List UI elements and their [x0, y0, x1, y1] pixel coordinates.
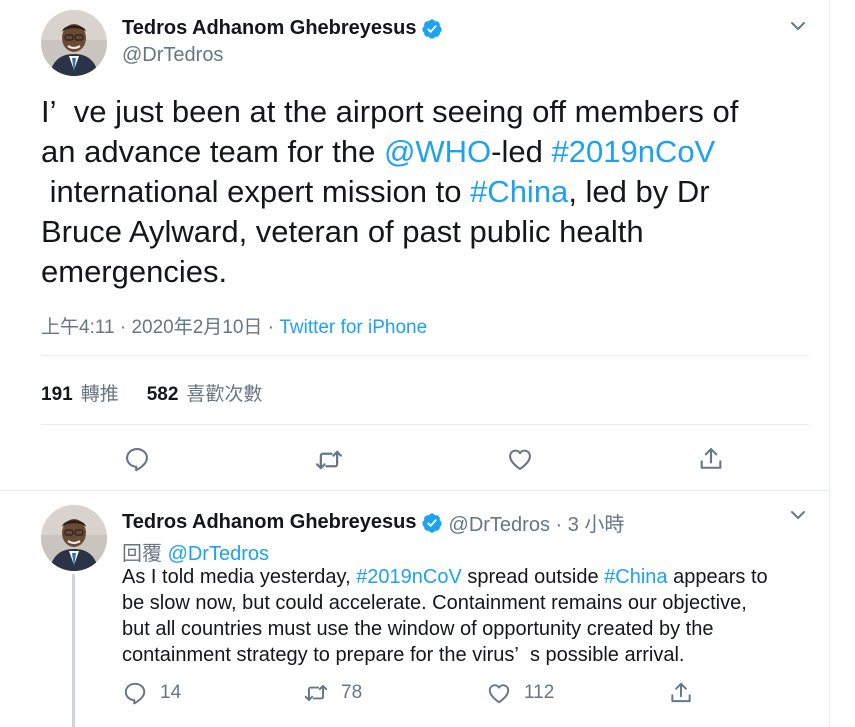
tweet-text-line: I’ ve just been at the airport seeing of…: [41, 94, 739, 129]
share-icon[interactable]: [697, 445, 727, 475]
like-icon[interactable]: [506, 445, 536, 475]
chevron-down-icon[interactable]: [788, 16, 808, 36]
author-name[interactable]: Tedros Adhanom Ghebreyesus: [122, 511, 417, 534]
verified-badge-icon: [421, 512, 443, 534]
thread-line: [72, 574, 75, 727]
reply-icon[interactable]: [123, 445, 153, 475]
timestamp[interactable]: 上午4:11 · 2020年2月10日 ·: [41, 317, 279, 338]
reply-icon: [124, 682, 146, 705]
like-stat[interactable]: 582 喜歡次數: [147, 379, 263, 406]
author-handle-time[interactable]: @DrTedros · 3 小時: [449, 508, 625, 537]
reply-count: 14: [160, 682, 182, 703]
hashtag-link[interactable]: #2019nCoV: [356, 566, 462, 588]
tweet-text: As I told media yesterday, #2019nCoV spr…: [122, 564, 822, 668]
retweet-count: 78: [341, 682, 363, 703]
hashtag-link[interactable]: #China: [604, 566, 667, 588]
text-span: appears to: [667, 566, 768, 588]
author-row: Tedros Adhanom Ghebreyesus: [122, 17, 443, 40]
avatar[interactable]: [41, 505, 107, 571]
tweet-text-line: international expert mission to #China, …: [41, 172, 811, 212]
main-tweet: Tedros Adhanom Ghebreyesus @DrTedros I’ …: [0, 0, 830, 491]
author-name[interactable]: Tedros Adhanom Ghebreyesus: [122, 17, 417, 40]
engagement-stats: 191 轉推 582 喜歡次數: [41, 379, 290, 406]
tweet-meta: 上午4:11 · 2020年2月10日 · Twitter for iPhone: [41, 312, 427, 339]
share-icon: [671, 682, 691, 703]
tweet-text-line: emergencies.: [41, 254, 228, 289]
tweet-text-line: an advance team for the @WHO-led #2019nC…: [41, 132, 811, 172]
tweet-text-line: Bruce Aylward, veteran of past public he…: [41, 214, 644, 249]
verified-badge-icon: [421, 18, 443, 40]
reply-prefix: 回覆: [122, 543, 168, 565]
timeline-frame: Tedros Adhanom Ghebreyesus @DrTedros I’ …: [0, 0, 830, 727]
retweet-count: 191: [41, 384, 73, 405]
text-span: , led by Dr: [568, 174, 710, 209]
replying-to: 回覆 @DrTedros: [122, 537, 269, 566]
like-count: 582: [146, 384, 179, 405]
text-span: international expert mission to: [41, 174, 471, 209]
reply-action[interactable]: 14: [122, 680, 181, 706]
hashtag-link[interactable]: #China: [470, 174, 568, 209]
like-label: 喜歡次數: [186, 384, 263, 405]
text-span: As I told media yesterday,: [122, 566, 357, 588]
retweet-icon: [304, 684, 328, 702]
retweet-stat[interactable]: 191 轉推: [41, 379, 119, 406]
like-action[interactable]: 112: [486, 680, 554, 706]
tweet-text-line: As I told media yesterday, #2019nCoV spr…: [122, 564, 822, 590]
tweet-text-line: but all countries must use the window of…: [122, 618, 714, 640]
tweet-text-line: be slow now, but could accelerate. Conta…: [122, 592, 747, 614]
tweet-text-line: containment strategy to prepare for the …: [122, 644, 685, 666]
chevron-down-icon[interactable]: [788, 505, 808, 525]
retweet-label: 轉推: [80, 384, 119, 405]
retweet-icon[interactable]: [314, 445, 344, 475]
hashtag-link[interactable]: #2019nCoV: [551, 134, 715, 169]
text-span: spread outside: [461, 566, 605, 588]
tweet-text: I’ ve just been at the airport seeing of…: [41, 92, 811, 292]
share-action[interactable]: [668, 680, 706, 706]
divider: [41, 424, 809, 425]
author-handle[interactable]: @DrTedros: [122, 44, 223, 67]
mention-link[interactable]: @DrTedros: [168, 543, 269, 565]
source-link[interactable]: Twitter for iPhone: [279, 317, 427, 338]
like-icon: [488, 684, 510, 704]
retweet-action[interactable]: 78: [303, 680, 362, 706]
mention-link[interactable]: @WHO: [384, 134, 491, 169]
avatar[interactable]: [41, 10, 107, 76]
text-span: -led: [491, 134, 552, 169]
divider: [41, 355, 809, 356]
author-row: Tedros Adhanom Ghebreyesus @DrTedros · 3…: [122, 508, 624, 537]
like-count: 112: [524, 682, 555, 703]
text-span: an advance team for the: [41, 134, 384, 169]
